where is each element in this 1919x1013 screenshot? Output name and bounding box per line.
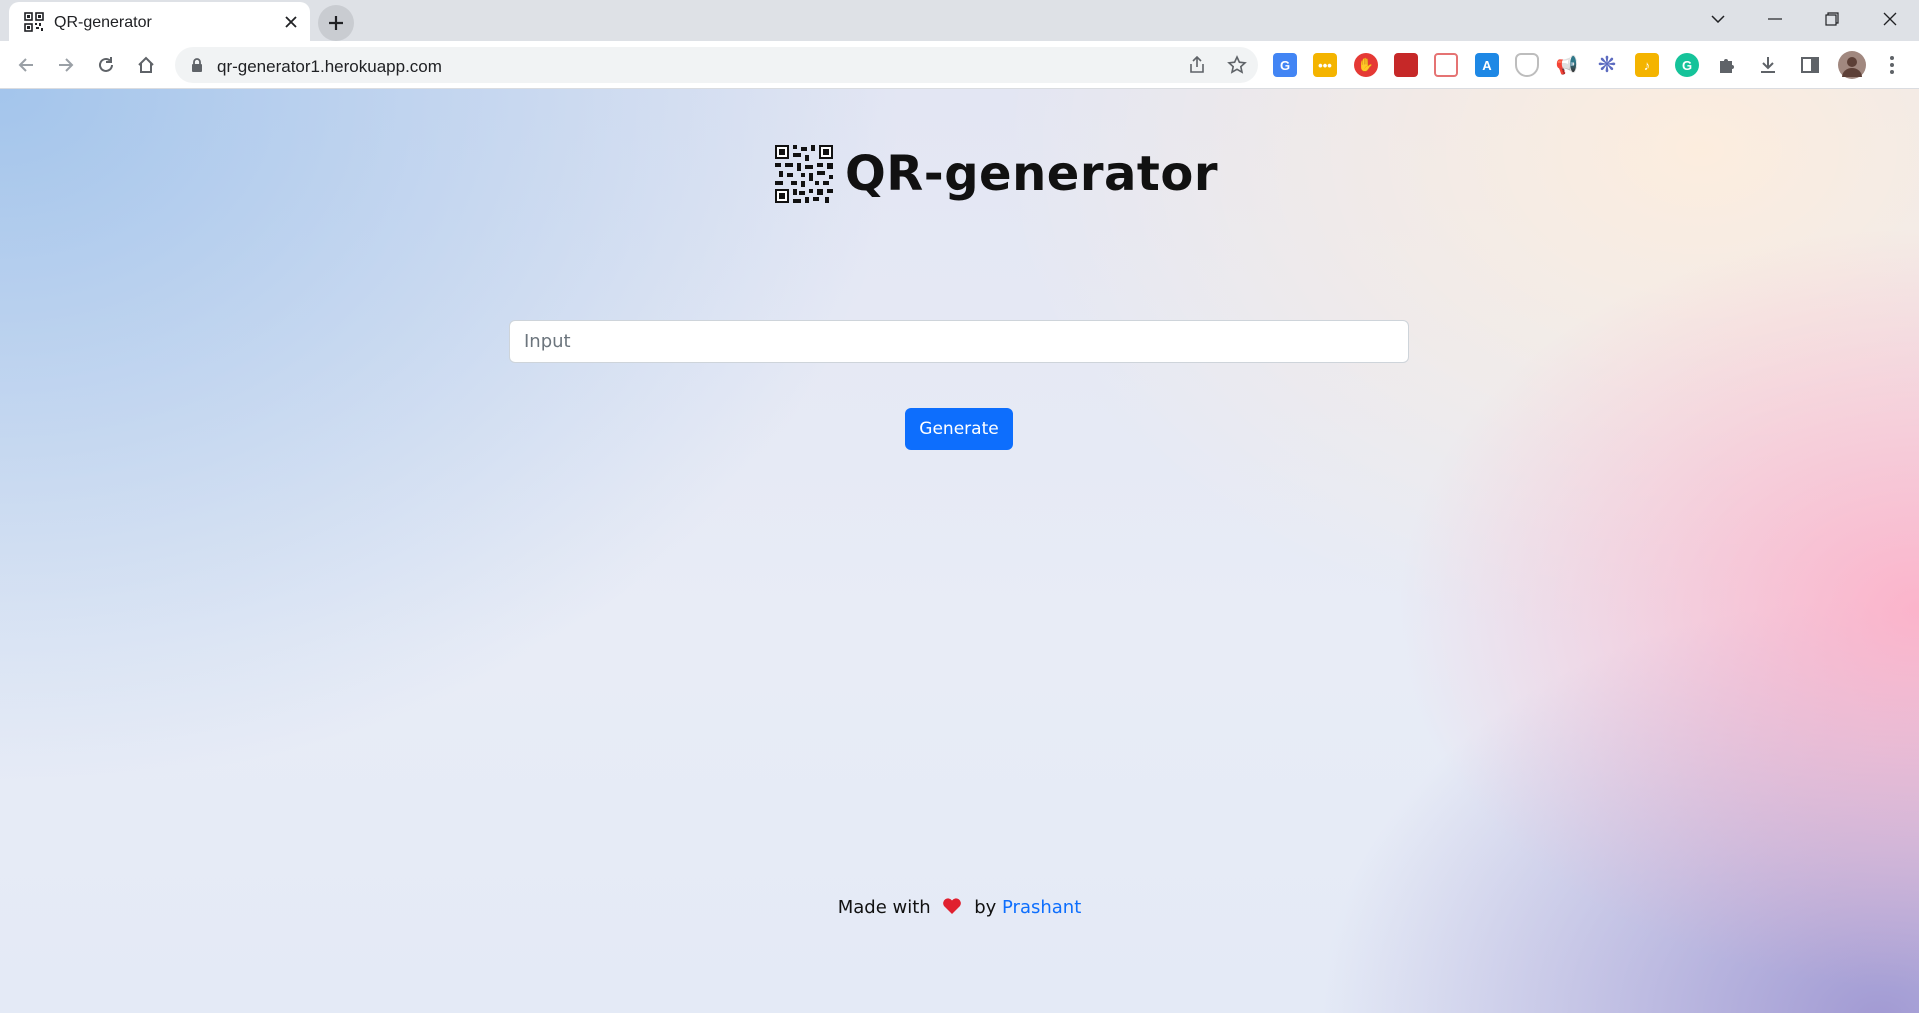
menu-dots-icon[interactable] (1878, 51, 1906, 79)
close-window-icon[interactable] (1862, 0, 1918, 38)
browser-toolbar: qr-generator1.herokuapp.com G ••• ✋ A 📢 … (0, 41, 1919, 89)
notes-extension-icon[interactable]: ••• (1313, 53, 1337, 77)
home-icon[interactable] (130, 49, 162, 81)
profile-avatar[interactable] (1838, 51, 1866, 79)
url-text[interactable]: qr-generator1.herokuapp.com (217, 57, 442, 77)
new-tab-button[interactable] (318, 5, 354, 41)
side-panel-icon[interactable] (1796, 51, 1824, 79)
dictionary-extension-icon[interactable]: A (1475, 53, 1499, 77)
extensions-puzzle-icon[interactable] (1713, 51, 1741, 79)
sparkle-extension-icon[interactable]: ❋ (1595, 52, 1619, 77)
shield-extension-icon[interactable] (1515, 53, 1539, 77)
footer: Made with by Prashant (0, 897, 1919, 918)
tab-strip: QR-generator (0, 0, 1919, 41)
qr-code-icon (775, 145, 833, 203)
page-content: QR-generator Generate Made with by Prash… (0, 89, 1919, 1013)
author-link[interactable]: Prashant (1002, 897, 1081, 918)
generate-button[interactable]: Generate (905, 408, 1013, 450)
heart-icon (943, 898, 962, 914)
bookmark-extension-icon[interactable] (1394, 53, 1418, 77)
adblock-extension-icon[interactable]: ✋ (1354, 53, 1378, 77)
footer-by: by (974, 897, 997, 918)
forward-icon[interactable] (50, 49, 82, 81)
back-icon[interactable] (10, 49, 42, 81)
download-icon[interactable] (1754, 51, 1782, 79)
megaphone-extension-icon[interactable]: 📢 (1555, 53, 1579, 77)
qr-code-icon (24, 12, 44, 32)
address-bar[interactable]: qr-generator1.herokuapp.com (175, 47, 1258, 83)
grammarly-extension-icon[interactable]: G (1675, 53, 1699, 77)
screenshot-extension-icon[interactable] (1434, 53, 1458, 77)
restore-icon[interactable] (1804, 0, 1860, 38)
translate-extension-icon[interactable]: G (1273, 53, 1297, 77)
browser-tab[interactable]: QR-generator (9, 2, 310, 41)
audio-extension-icon[interactable]: ♪ (1635, 53, 1659, 77)
tab-search-chevron-icon[interactable] (1690, 0, 1746, 38)
qr-text-input[interactable] (509, 320, 1409, 363)
page-header: QR-generator (775, 144, 1218, 204)
reload-icon[interactable] (90, 49, 122, 81)
bookmark-star-icon[interactable] (1225, 53, 1249, 77)
tab-close-icon[interactable] (280, 11, 302, 33)
tab-title: QR-generator (54, 14, 152, 31)
lock-icon[interactable] (189, 57, 205, 73)
footer-made-with: Made with (837, 897, 931, 918)
page-title: QR-generator (845, 146, 1218, 202)
minimize-icon[interactable] (1747, 0, 1803, 38)
share-icon[interactable] (1185, 53, 1209, 77)
